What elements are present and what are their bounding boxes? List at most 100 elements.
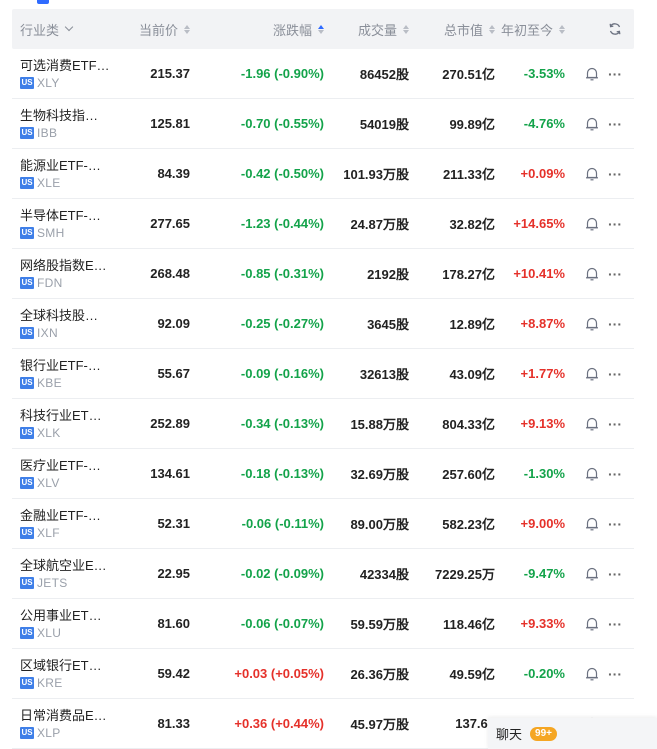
etf-name[interactable]: 区域银行ET… [20, 657, 120, 674]
etf-name[interactable]: 半导体ETF-… [20, 207, 120, 224]
change-cell: -0.70 (-0.55%) [240, 116, 324, 131]
header-ytd-label: 年初至今 [500, 22, 553, 38]
market-badge: US [20, 677, 34, 689]
chat-button[interactable]: 聊天 99+ [488, 718, 657, 749]
price-cell: 134.61 [150, 466, 190, 481]
bell-icon[interactable] [584, 216, 600, 232]
market-badge: US [20, 77, 34, 89]
change-cell: -0.42 (-0.50%) [240, 166, 324, 181]
table-row[interactable]: 半导体ETF-… US SMH 277.65 -1.23 (-0.44%) 24… [12, 199, 634, 249]
etf-name[interactable]: 公用事业ET… [20, 607, 120, 624]
more-icon[interactable]: ··· [608, 217, 622, 231]
bell-icon[interactable] [584, 566, 600, 582]
more-icon[interactable]: ··· [608, 567, 622, 581]
market-cap-cell: 118.46亿 [442, 617, 495, 632]
header-ops [565, 22, 634, 36]
header-market-cap[interactable]: 总市值 [409, 20, 495, 39]
table-row[interactable]: 医疗业ETF-… US XLV 134.61 -0.18 (-0.13%) 32… [12, 449, 634, 499]
market-cap-cell: 12.89亿 [449, 317, 495, 332]
bell-icon[interactable] [584, 466, 600, 482]
ytd-cell: +9.13% [520, 416, 565, 431]
ytd-cell: +9.00% [520, 516, 565, 531]
market-cap-cell: 137.63 [455, 716, 495, 731]
chat-count-badge: 99+ [530, 726, 557, 741]
header-volume[interactable]: 成交量 [324, 20, 409, 39]
volume-cell: 45.97万股 [350, 717, 409, 732]
table-row[interactable]: 生物科技指… US IBB 125.81 -0.70 (-0.55%) 5401… [12, 99, 634, 149]
bell-icon[interactable] [584, 316, 600, 332]
price-cell: 125.81 [150, 116, 190, 131]
table-row[interactable]: 全球科技股… US IXN 92.09 -0.25 (-0.27%) 3645股… [12, 299, 634, 349]
market-cap-cell: 257.60亿 [442, 467, 495, 482]
price-cell: 55.67 [157, 366, 190, 381]
table-row[interactable]: 可选消费ETF… US XLY 215.37 -1.96 (-0.90%) 86… [12, 49, 634, 99]
bell-icon[interactable] [584, 166, 600, 182]
bell-icon[interactable] [584, 266, 600, 282]
more-icon[interactable]: ··· [608, 517, 622, 531]
more-icon[interactable]: ··· [608, 417, 622, 431]
table-row[interactable]: 网络股指数E… US FDN 268.48 -0.85 (-0.31%) 219… [12, 249, 634, 299]
table-row[interactable]: 区域银行ET… US KRE 59.42 +0.03 (+0.05%) 26.3… [12, 649, 634, 699]
more-icon[interactable]: ··· [608, 167, 622, 181]
volume-cell: 32.69万股 [350, 467, 409, 482]
header-ytd[interactable]: 年初至今 [495, 20, 565, 39]
more-icon[interactable]: ··· [608, 367, 622, 381]
etf-name-cell: 区域银行ET… US KRE [12, 657, 120, 690]
more-icon[interactable]: ··· [608, 117, 622, 131]
table-row[interactable]: 银行业ETF-… US KBE 55.67 -0.09 (-0.16%) 326… [12, 349, 634, 399]
more-icon[interactable]: ··· [608, 317, 622, 331]
table-row[interactable]: 金融业ETF-… US XLF 52.31 -0.06 (-0.11%) 89.… [12, 499, 634, 549]
table-row[interactable]: 公用事业ET… US XLU 81.60 -0.06 (-0.07%) 59.5… [12, 599, 634, 649]
volume-cell: 15.88万股 [350, 417, 409, 432]
change-cell: -1.96 (-0.90%) [240, 66, 324, 81]
etf-name[interactable]: 生物科技指… [20, 107, 120, 124]
bell-icon[interactable] [584, 666, 600, 682]
change-cell: +0.03 (+0.05%) [234, 666, 324, 681]
etf-name-cell: 全球科技股… US IXN [12, 307, 120, 340]
bell-icon[interactable] [584, 66, 600, 82]
etf-name[interactable]: 日常消费品E… [20, 707, 120, 724]
more-icon[interactable]: ··· [608, 467, 622, 481]
etf-name[interactable]: 网络股指数E… [20, 257, 120, 274]
etf-name-cell: 银行业ETF-… US KBE [12, 357, 120, 390]
ytd-cell: +8.87% [520, 316, 565, 331]
etf-table: 行业类 当前价 涨跌幅 成交量 总市值 年初至今 可选消费ETF… US XLY… [12, 9, 634, 749]
change-cell: +0.36 (+0.44%) [234, 716, 324, 731]
ticker: JETS [37, 576, 68, 590]
volume-cell: 59.59万股 [350, 617, 409, 632]
more-icon[interactable]: ··· [608, 67, 622, 81]
table-row[interactable]: 能源业ETF-… US XLE 84.39 -0.42 (-0.50%) 101… [12, 149, 634, 199]
etf-name[interactable]: 全球航空业E… [20, 557, 120, 574]
market-cap-cell: 270.51亿 [442, 67, 495, 82]
etf-name[interactable]: 医疗业ETF-… [20, 457, 120, 474]
etf-name[interactable]: 金融业ETF-… [20, 507, 120, 524]
market-cap-cell: 582.23亿 [442, 517, 495, 532]
etf-name[interactable]: 科技行业ET… [20, 407, 120, 424]
change-cell: -0.06 (-0.11%) [241, 516, 324, 531]
bell-icon[interactable] [584, 116, 600, 132]
etf-name-cell: 可选消费ETF… US XLY [12, 57, 120, 90]
table-row[interactable]: 全球航空业E… US JETS 22.95 -0.02 (-0.09%) 423… [12, 549, 634, 599]
price-cell: 22.95 [157, 566, 190, 581]
bell-icon[interactable] [584, 616, 600, 632]
header-price[interactable]: 当前价 [120, 20, 190, 39]
bell-icon[interactable] [584, 416, 600, 432]
more-icon[interactable]: ··· [608, 267, 622, 281]
more-icon[interactable]: ··· [608, 667, 622, 681]
etf-name[interactable]: 银行业ETF-… [20, 357, 120, 374]
bell-icon[interactable] [584, 366, 600, 382]
etf-name[interactable]: 全球科技股… [20, 307, 120, 324]
header-volume-label: 成交量 [357, 22, 397, 38]
etf-name[interactable]: 能源业ETF-… [20, 157, 120, 174]
bell-icon[interactable] [584, 516, 600, 532]
more-icon[interactable]: ··· [608, 617, 622, 631]
refresh-icon[interactable] [608, 22, 622, 36]
table-row[interactable]: 科技行业ET… US XLK 252.89 -0.34 (-0.13%) 15.… [12, 399, 634, 449]
header-change[interactable]: 涨跌幅 [190, 20, 324, 39]
header-industry[interactable]: 行业类 [12, 20, 120, 39]
market-badge: US [20, 327, 34, 339]
etf-name[interactable]: 可选消费ETF… [20, 57, 120, 74]
etf-name-cell: 科技行业ET… US XLK [12, 407, 120, 440]
price-cell: 81.60 [157, 616, 190, 631]
market-badge: US [20, 277, 34, 289]
